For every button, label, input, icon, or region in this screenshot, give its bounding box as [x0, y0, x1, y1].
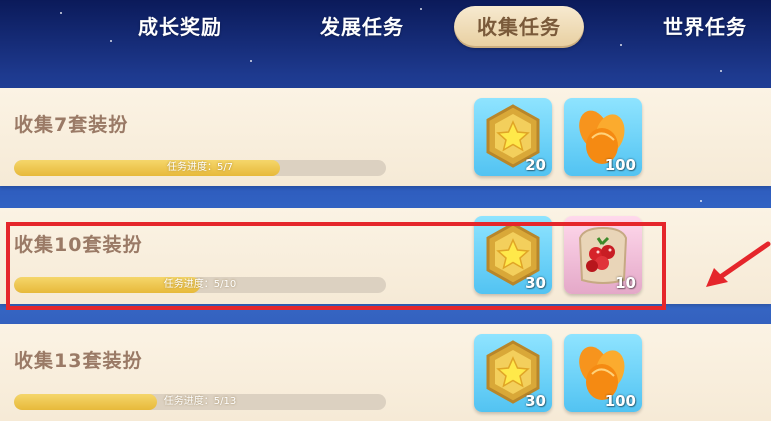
task-progress-bar: 任务进度：5/7 — [14, 160, 386, 176]
task-tab-bar: 成长奖励 发展任务 收集任务 世界任务 — [0, 0, 771, 56]
task-row-collect-7: 收集7套装扮 任务进度：5/7 20 100 — [0, 88, 771, 186]
tab-world-tasks[interactable]: 世界任务 — [646, 6, 764, 48]
task-progress-label: 任务进度：5/13 — [163, 396, 237, 407]
task-progress-label: 任务进度：5/7 — [166, 162, 234, 173]
tab-collection-tasks[interactable]: 收集任务 — [454, 6, 584, 48]
task-title: 收集7套装扮 — [14, 114, 129, 136]
reward-count: 30 — [525, 392, 546, 410]
reward-count: 100 — [604, 392, 636, 410]
reward-count: 100 — [604, 156, 636, 174]
background-sparkle — [720, 70, 722, 72]
highlight-box — [6, 222, 666, 310]
task-title: 收集13套装扮 — [14, 350, 143, 372]
background-sparkle — [700, 200, 702, 202]
red-arrow-icon — [706, 241, 771, 287]
reward-star-badge[interactable]: 20 — [474, 98, 552, 176]
reward-orange-slices[interactable]: 100 — [564, 98, 642, 176]
reward-count: 20 — [525, 156, 546, 174]
reward-star-badge[interactable]: 30 — [474, 334, 552, 412]
task-row-collect-13: 收集13套装扮 任务进度：5/13 30 100 — [0, 324, 771, 421]
tab-development-tasks[interactable]: 发展任务 — [302, 6, 422, 48]
task-progress-bar: 任务进度：5/13 — [14, 394, 386, 410]
tab-growth-rewards[interactable]: 成长奖励 — [128, 6, 232, 48]
game-screen: 成长奖励 发展任务 收集任务 世界任务 收集7套装扮 任务进度：5/7 20 1… — [0, 0, 771, 421]
reward-orange-slices[interactable]: 100 — [564, 334, 642, 412]
background-sparkle — [250, 60, 252, 62]
